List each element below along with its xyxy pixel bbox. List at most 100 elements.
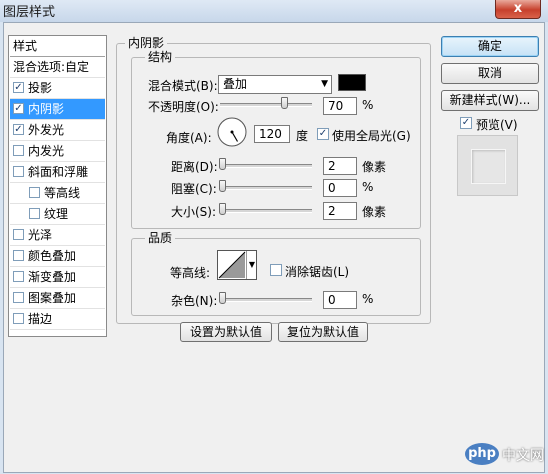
noise-slider-thumb[interactable] xyxy=(219,292,226,304)
style-item-label: 内发光 xyxy=(28,144,65,158)
noise-slider-track[interactable] xyxy=(220,298,312,302)
style-item-checkbox[interactable] xyxy=(13,313,24,324)
style-item-checkbox[interactable] xyxy=(13,271,24,282)
make-default-button[interactable]: 设置为默认值 xyxy=(180,322,272,342)
blend-mode-select[interactable]: 叠加 ▼ xyxy=(218,75,332,94)
shadow-color-swatch[interactable] xyxy=(338,74,366,91)
style-item-label: 投影 xyxy=(28,81,53,95)
anti-alias-checkbox[interactable] xyxy=(270,264,282,276)
size-input[interactable]: 2 xyxy=(323,202,357,220)
style-list-item[interactable]: 光泽 xyxy=(10,225,105,246)
style-list-item[interactable]: 颜色叠加 xyxy=(10,246,105,267)
choke-slider-track[interactable] xyxy=(220,186,312,190)
noise-label: 杂色(N): xyxy=(171,294,218,308)
noise-input[interactable]: 0 xyxy=(323,291,357,309)
distance-unit: 像素 xyxy=(362,160,387,174)
style-item-checkbox[interactable] xyxy=(29,187,40,198)
style-item-label: 等高线 xyxy=(44,186,81,200)
style-item-label: 纹理 xyxy=(44,207,69,221)
style-item-checkbox[interactable] xyxy=(13,166,24,177)
structure-title: 结构 xyxy=(145,50,176,64)
new-style-button[interactable]: 新建样式(W)... xyxy=(441,90,539,111)
distance-input[interactable]: 2 xyxy=(323,157,357,175)
style-list-item[interactable]: ✓ 投影 xyxy=(10,78,105,99)
choke-slider-thumb[interactable] xyxy=(219,180,226,192)
style-item-label: 描边 xyxy=(28,312,53,326)
angle-label: 角度(A): xyxy=(166,131,212,145)
style-preview-swatch xyxy=(471,149,506,184)
distance-label: 距离(D): xyxy=(171,160,218,174)
style-list-item[interactable]: 内发光 xyxy=(10,141,105,162)
choke-input[interactable]: 0 xyxy=(323,179,357,197)
style-list-item[interactable]: 图案叠加 xyxy=(10,288,105,309)
style-list-item[interactable]: 等高线 xyxy=(10,183,105,204)
style-list-item[interactable]: 混合选项:自定 xyxy=(10,57,105,78)
style-list: 样式 混合选项:自定 ✓ 投影 ✓ 内阴影 ✓ 外发光内发光斜面和浮雕等高线纹理光泽颜色叠加… xyxy=(8,35,107,337)
style-item-checkbox[interactable] xyxy=(13,250,24,261)
size-unit: 像素 xyxy=(362,205,387,219)
style-item-label: 内阴影 xyxy=(28,102,65,116)
style-item-label: 渐变叠加 xyxy=(28,270,77,284)
style-item-checkbox[interactable]: ✓ xyxy=(13,82,24,93)
noise-unit: % xyxy=(362,292,374,306)
blend-mode-label: 混合模式(B): xyxy=(148,79,218,93)
inner-shadow-title: 内阴影 xyxy=(125,36,168,50)
quality-title: 品质 xyxy=(145,231,176,245)
window-title: 图层样式 xyxy=(3,5,56,20)
reset-default-button[interactable]: 复位为默认值 xyxy=(278,322,368,342)
style-item-checkbox[interactable] xyxy=(29,208,40,219)
style-item-checkbox[interactable] xyxy=(13,229,24,240)
opacity-unit: % xyxy=(362,98,374,112)
opacity-input[interactable]: 70 xyxy=(323,97,357,115)
contour-label: 等高线: xyxy=(170,266,211,280)
php-logo: php xyxy=(465,443,499,465)
close-button[interactable]: x xyxy=(495,0,541,19)
choke-label: 阻塞(C): xyxy=(171,182,217,196)
chevron-down-icon[interactable]: ▼ xyxy=(246,251,257,279)
style-list-item[interactable]: 斜面和浮雕 xyxy=(10,162,105,183)
size-slider-thumb[interactable] xyxy=(219,203,226,215)
style-list-item[interactable]: 描边 xyxy=(10,309,105,330)
opacity-slider-thumb[interactable] xyxy=(281,97,289,109)
preview-checkbox[interactable]: ✓ xyxy=(460,117,472,129)
preview-label: 预览(V) xyxy=(476,118,518,132)
style-list-item[interactable]: ✓ 内阴影 xyxy=(10,99,105,120)
style-item-checkbox[interactable] xyxy=(13,145,24,156)
angle-dial[interactable] xyxy=(216,116,248,148)
chevron-down-icon: ▼ xyxy=(321,79,328,89)
choke-unit: % xyxy=(362,180,374,194)
contour-curve-icon xyxy=(218,251,246,279)
style-list-header: 样式 xyxy=(10,36,105,57)
global-light-label: 使用全局光(G) xyxy=(332,129,411,143)
angle-unit: 度 xyxy=(296,129,309,143)
site-watermark: php 中文网 xyxy=(465,440,545,470)
cancel-button[interactable]: 取消 xyxy=(441,63,539,84)
style-item-label: 混合选项:自定 xyxy=(13,60,90,74)
style-item-checkbox[interactable] xyxy=(13,292,24,303)
size-label: 大小(S): xyxy=(171,205,217,219)
opacity-slider-track[interactable] xyxy=(220,103,312,107)
distance-slider-track[interactable] xyxy=(220,164,312,168)
style-item-label: 颜色叠加 xyxy=(28,249,77,263)
anti-alias-label: 消除锯齿(L) xyxy=(285,265,350,279)
angle-input[interactable]: 120 xyxy=(254,125,290,143)
style-item-label: 斜面和浮雕 xyxy=(28,165,89,179)
size-slider-track[interactable] xyxy=(220,209,312,213)
style-list-item[interactable]: ✓ 外发光 xyxy=(10,120,105,141)
style-preview xyxy=(457,135,518,196)
global-light-checkbox[interactable]: ✓ xyxy=(317,128,329,140)
ok-button[interactable]: 确定 xyxy=(441,36,539,57)
blend-mode-value: 叠加 xyxy=(223,77,248,91)
style-item-checkbox[interactable]: ✓ xyxy=(13,124,24,135)
style-list-item[interactable]: 渐变叠加 xyxy=(10,267,105,288)
style-list-item[interactable]: 纹理 xyxy=(10,204,105,225)
style-item-label: 光泽 xyxy=(28,228,53,242)
watermark-suffix: 中文网 xyxy=(502,448,544,464)
style-item-checkbox[interactable]: ✓ xyxy=(13,103,24,114)
style-item-label: 外发光 xyxy=(28,123,65,137)
style-item-label: 图案叠加 xyxy=(28,291,77,305)
distance-slider-thumb[interactable] xyxy=(219,158,226,170)
title-bar xyxy=(0,0,548,22)
contour-picker[interactable]: ▼ xyxy=(217,250,257,280)
opacity-label: 不透明度(O): xyxy=(148,100,219,114)
